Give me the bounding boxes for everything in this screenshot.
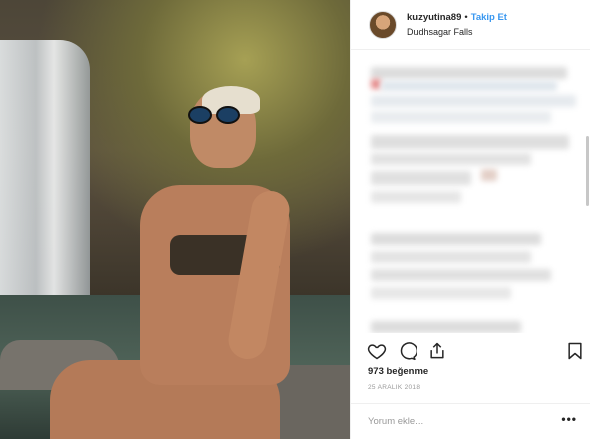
- post-header: kuzyutina89 • Takip Et Dudhsagar Falls: [351, 0, 590, 50]
- blurred-comment: [371, 233, 541, 245]
- location-link[interactable]: Dudhsagar Falls: [407, 25, 507, 39]
- share-icon[interactable]: [427, 341, 447, 361]
- blurred-comment: [371, 111, 551, 123]
- blurred-comment: [371, 321, 521, 333]
- photo-person: [50, 86, 330, 439]
- comments-area-blurred: [351, 51, 590, 333]
- blurred-comment: [371, 191, 461, 203]
- blurred-comment: [371, 287, 511, 299]
- separator-dot: •: [464, 11, 468, 23]
- instagram-post: kuzyutina89 • Takip Et Dudhsagar Falls 9…: [0, 0, 590, 439]
- post-side-panel: kuzyutina89 • Takip Et Dudhsagar Falls 9…: [350, 0, 590, 439]
- blurred-comment: [371, 95, 576, 107]
- blurred-comment: [371, 135, 569, 149]
- photo-waterfall: [0, 40, 90, 310]
- post-actions: [351, 338, 590, 364]
- blurred-comment: [371, 171, 471, 185]
- likes-count[interactable]: 973 beğenme: [368, 366, 428, 377]
- avatar[interactable]: [369, 10, 397, 39]
- photo-person-sunglasses: [188, 106, 244, 124]
- comment-bar: •••: [351, 403, 590, 439]
- follow-button[interactable]: Takip Et: [471, 12, 507, 23]
- user-line: kuzyutina89 • Takip Et: [407, 11, 507, 25]
- heart-icon[interactable]: [367, 341, 387, 361]
- comment-icon[interactable]: [397, 341, 417, 361]
- blurred-comment: [371, 79, 381, 89]
- blurred-comment: [381, 81, 557, 91]
- blurred-comment: [371, 153, 531, 165]
- more-options-button[interactable]: •••: [561, 412, 577, 426]
- post-date[interactable]: 25 ARALIK 2018: [368, 384, 420, 391]
- comments-scrollbar[interactable]: [586, 136, 589, 206]
- comment-input[interactable]: [368, 412, 548, 430]
- user-info: kuzyutina89 • Takip Et Dudhsagar Falls: [407, 11, 507, 39]
- username-link[interactable]: kuzyutina89: [407, 12, 461, 23]
- blurred-comment: [371, 269, 551, 281]
- blurred-comment: [481, 169, 497, 181]
- post-photo[interactable]: [0, 0, 350, 439]
- blurred-comment: [371, 251, 531, 263]
- blurred-comment: [371, 67, 567, 79]
- bookmark-icon[interactable]: [565, 341, 585, 361]
